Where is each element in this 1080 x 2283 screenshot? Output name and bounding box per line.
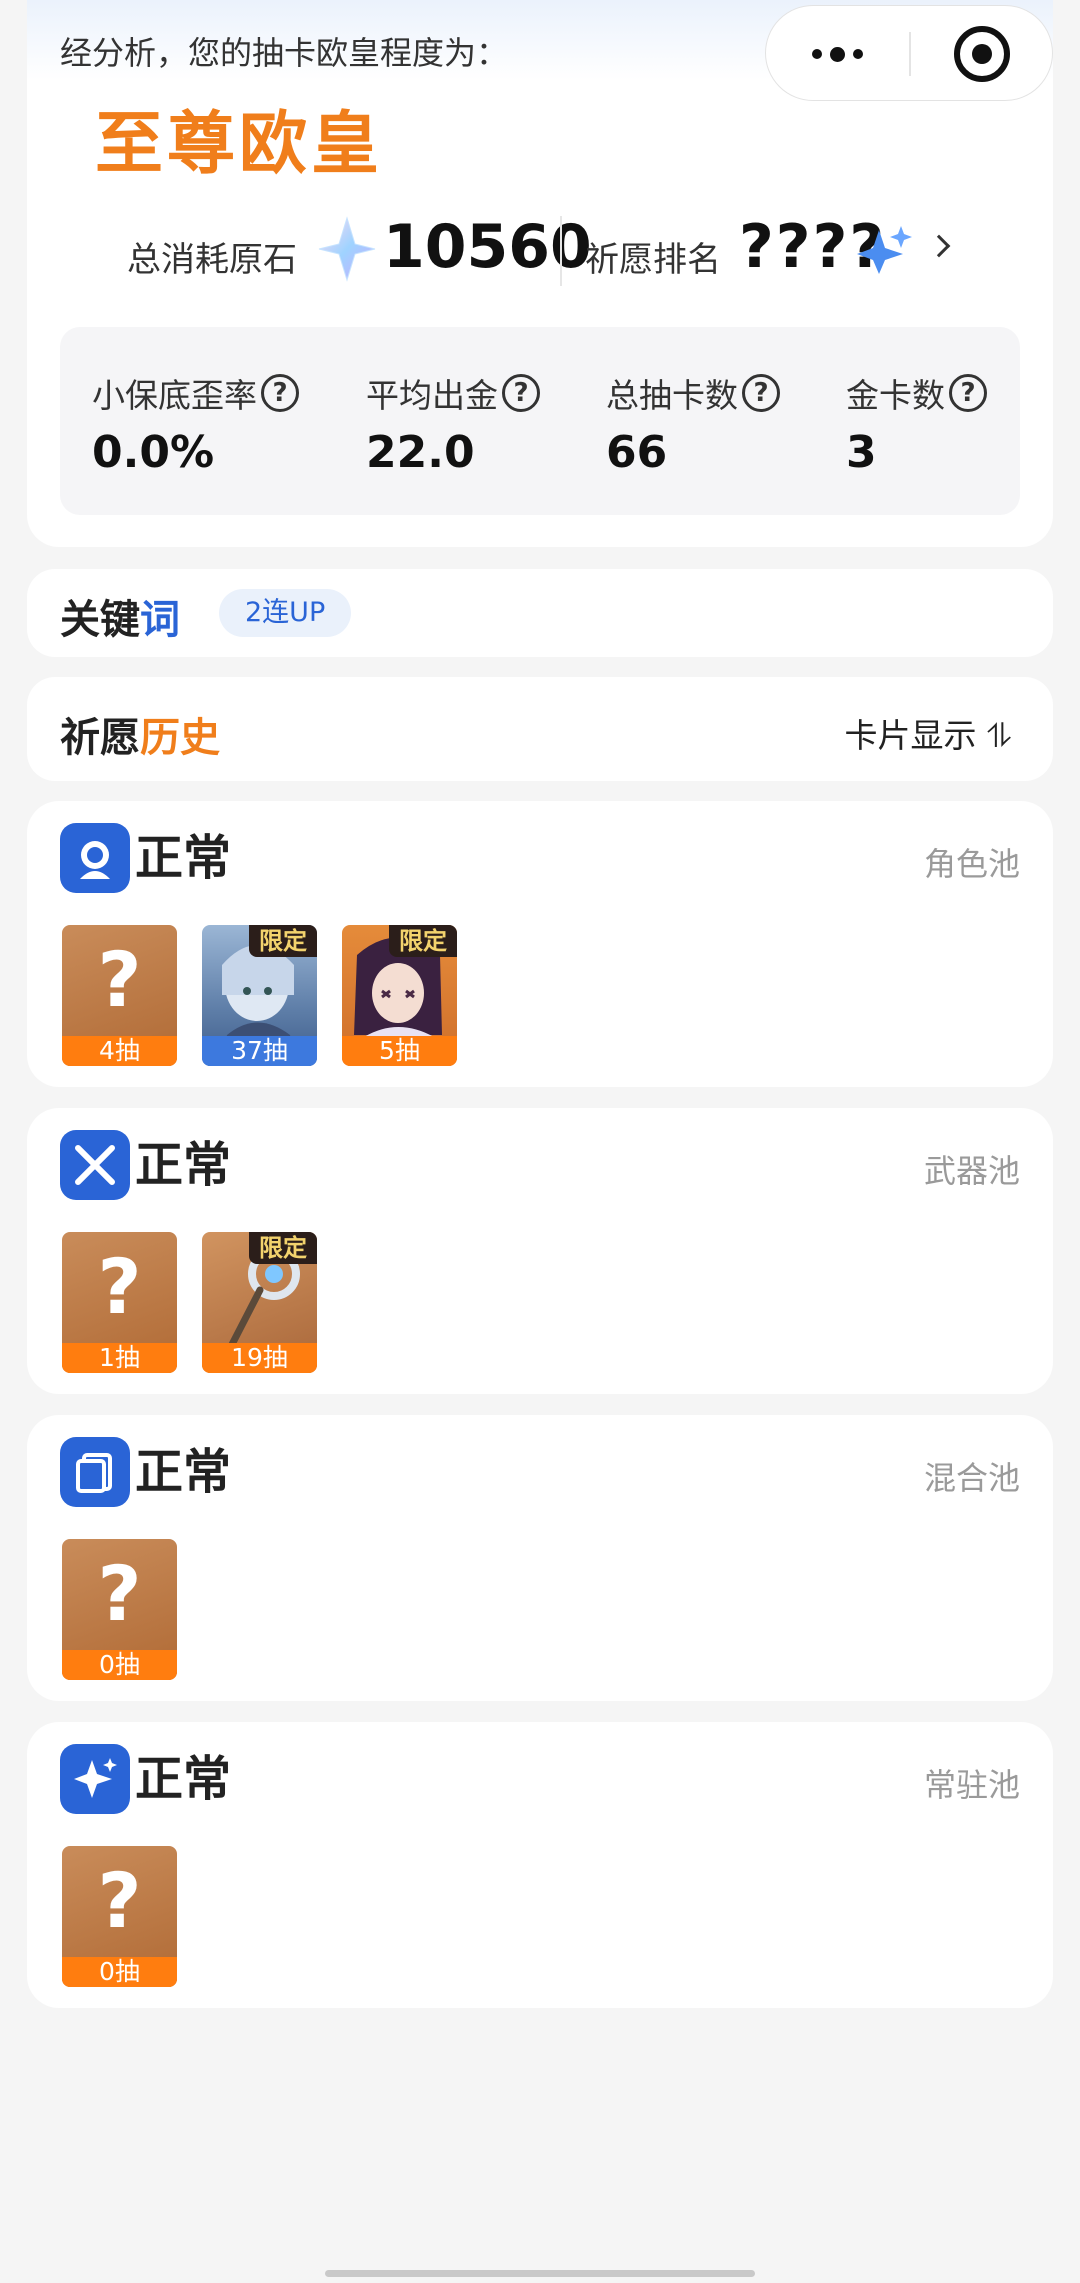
total-cost-label: 总消耗原石 xyxy=(127,240,297,280)
rank-label: 祈愿排名 xyxy=(585,240,721,280)
stat-value: 3 xyxy=(846,427,877,478)
keywords-title-part1: 关键 xyxy=(60,597,140,643)
stat-value: 0.0% xyxy=(92,427,215,478)
question-circle-icon[interactable]: ? xyxy=(502,374,540,412)
primogem-icon xyxy=(318,216,376,282)
pull-item-unknown[interactable]: ? 1抽 xyxy=(62,1232,177,1373)
capsule-divider xyxy=(909,32,911,76)
chevron-right-icon[interactable] xyxy=(927,234,951,258)
target-circle-icon[interactable] xyxy=(954,26,1010,82)
stat-label: 小保底歪率 xyxy=(92,376,257,415)
pull-item-unknown[interactable]: ? 0抽 xyxy=(62,1846,177,1987)
stat-avg-gold: 平均出金? 22.0 xyxy=(366,369,540,478)
stat-total-pulls: 总抽卡数? 66 xyxy=(606,369,780,478)
analysis-intro: 经分析，您的抽卡欧皇程度为： xyxy=(60,34,509,72)
question-circle-icon[interactable]: ? xyxy=(742,374,780,412)
pull-item-unknown[interactable]: ? 4抽 xyxy=(62,925,177,1066)
unknown-question-icon: ? xyxy=(97,1856,142,1945)
sparkle-icon xyxy=(60,1744,130,1814)
stat-pity-loss: 小保底歪率? 0.0% xyxy=(92,369,299,478)
pull-item-unknown[interactable]: ? 0抽 xyxy=(62,1539,177,1680)
pull-items: ? 0抽 xyxy=(62,1539,177,1680)
unknown-question-icon: ? xyxy=(97,935,142,1024)
keywords-title-part2: 词 xyxy=(140,597,180,643)
character-pool-icon xyxy=(60,823,130,893)
pull-count: 37抽 xyxy=(202,1036,317,1066)
limited-badge: 限定 xyxy=(249,925,317,957)
pool-status: 正常 xyxy=(135,830,232,886)
history-title: 祈愿历史 xyxy=(60,705,220,763)
stat-value: 66 xyxy=(606,427,668,478)
pool-status: 正常 xyxy=(135,1444,232,1500)
pool-status: 正常 xyxy=(135,1751,232,1807)
keywords-title: 关键词 xyxy=(60,587,180,645)
sparkle-chart-icon xyxy=(857,226,912,274)
stats-panel: 小保底歪率? 0.0% 平均出金? 22.0 总抽卡数? 66 金卡数? 3 xyxy=(60,327,1020,515)
pull-item-character[interactable]: 限定 5抽 xyxy=(342,925,457,1066)
home-indicator[interactable] xyxy=(325,2270,755,2277)
pool-card-mixed[interactable]: 正常 混合池 ? 0抽 xyxy=(27,1415,1053,1701)
question-circle-icon[interactable]: ? xyxy=(949,374,987,412)
luck-rank-title: 至尊欧皇 xyxy=(95,105,384,184)
pull-count: 5抽 xyxy=(342,1036,457,1066)
pull-count: 0抽 xyxy=(62,1957,177,1987)
pull-item-character[interactable]: 限定 37抽 xyxy=(202,925,317,1066)
pool-card-weapon[interactable]: 正常 武器池 ? 1抽 限定 19抽 xyxy=(27,1108,1053,1394)
pull-count: 1抽 xyxy=(62,1343,177,1373)
history-title-part2: 历史 xyxy=(140,715,220,761)
keywords-card: 关键词 2连UP xyxy=(27,569,1053,657)
history-header-card: 祈愿历史 卡片显示 ⥮ xyxy=(27,677,1053,781)
pull-items: ? 4抽 限定 37抽 限定 5抽 xyxy=(62,925,457,1066)
crossed-swords-icon xyxy=(60,1130,130,1200)
pull-count: 4抽 xyxy=(62,1036,177,1066)
pull-count: 19抽 xyxy=(202,1343,317,1373)
question-circle-icon[interactable]: ? xyxy=(261,374,299,412)
pool-card-standard[interactable]: 正常 常驻池 ? 0抽 xyxy=(27,1722,1053,2008)
pool-type: 武器池 xyxy=(923,1152,1020,1190)
more-dots-icon[interactable] xyxy=(766,6,909,102)
pull-items: ? 1抽 限定 19抽 xyxy=(62,1232,317,1373)
unknown-question-icon: ? xyxy=(97,1549,142,1638)
keyword-tag: 2连UP xyxy=(219,589,352,637)
stat-gold-count: 金卡数? 3 xyxy=(846,369,987,478)
summary-card: 经分析，您的抽卡欧皇程度为： 至尊欧皇 总消耗原石 10560 祈愿排名 ???… xyxy=(27,0,1053,547)
pool-type: 常驻池 xyxy=(923,1766,1020,1804)
mini-program-capsule xyxy=(765,5,1053,101)
stat-label: 总抽卡数 xyxy=(606,376,738,415)
limited-badge: 限定 xyxy=(389,925,457,957)
stat-label: 平均出金 xyxy=(366,376,498,415)
card-display-toggle[interactable]: 卡片显示 ⥮ xyxy=(845,709,1011,757)
stat-value: 22.0 xyxy=(366,427,475,478)
pool-type: 角色池 xyxy=(923,845,1020,883)
pull-item-weapon[interactable]: 限定 19抽 xyxy=(202,1232,317,1373)
stat-label: 金卡数 xyxy=(846,376,945,415)
pool-status: 正常 xyxy=(135,1137,232,1193)
history-title-part1: 祈愿 xyxy=(60,715,140,761)
pool-card-character[interactable]: 正常 角色池 ? 4抽 限定 37抽 限定 5抽 xyxy=(27,801,1053,1087)
pull-count: 0抽 xyxy=(62,1650,177,1680)
limited-badge: 限定 xyxy=(249,1232,317,1264)
cost-rank-row: 总消耗原石 10560 祈愿排名 ???? xyxy=(27,212,1053,292)
stat-divider xyxy=(560,216,562,286)
card-stack-icon xyxy=(60,1437,130,1507)
unknown-question-icon: ? xyxy=(97,1242,142,1331)
pull-items: ? 0抽 xyxy=(62,1846,177,1987)
pool-type: 混合池 xyxy=(923,1459,1020,1497)
